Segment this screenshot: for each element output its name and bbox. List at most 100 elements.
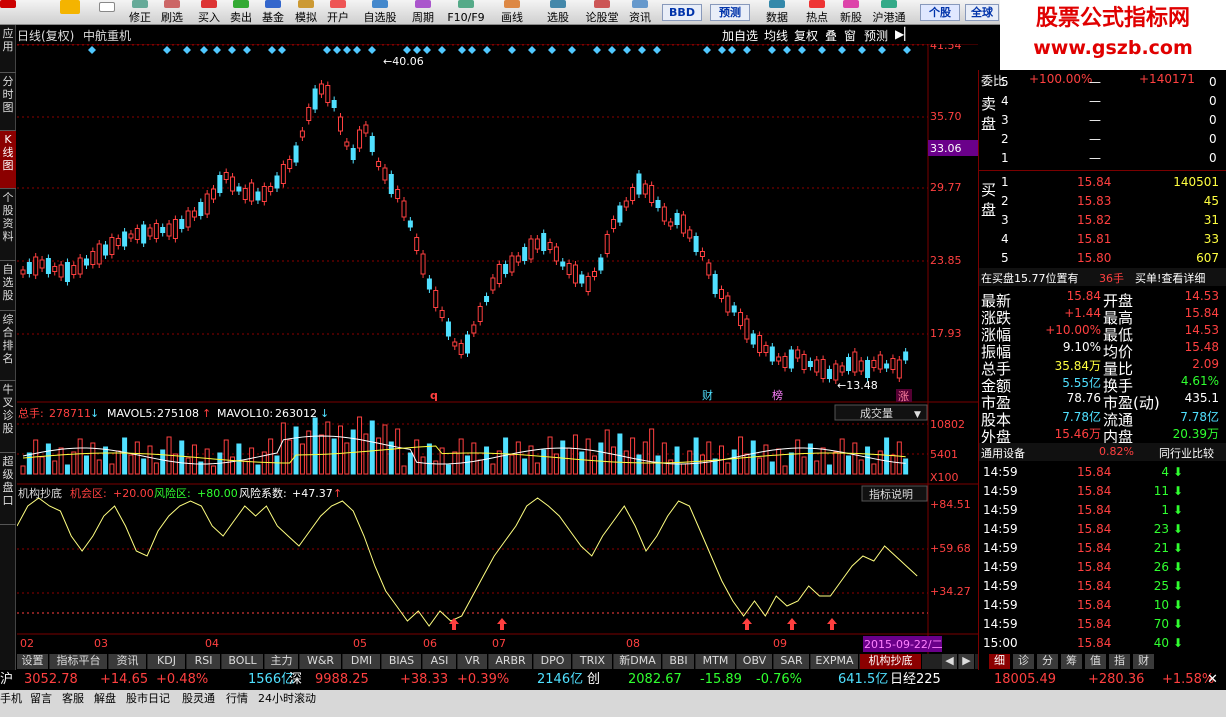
overlay-button[interactable]: 叠 (825, 27, 837, 44)
toolbar-hk-connect-button[interactable]: 沪港通 (868, 0, 910, 25)
sidebar-tab-watchlist[interactable]: 自选股 (0, 261, 16, 311)
tab-sar[interactable]: SAR (774, 654, 810, 669)
play-icon[interactable]: ▶▏ (895, 27, 913, 41)
toolbar-fund-button[interactable]: 基金 (258, 0, 288, 25)
toolbar-f10-button[interactable]: F10/F9 (443, 0, 489, 25)
tab-settings[interactable]: 设置 (17, 654, 49, 669)
forecast-button[interactable]: 预测 (864, 27, 888, 44)
toolbar-bbd-button[interactable]: BBD (662, 4, 702, 21)
sidebar-tab-apps[interactable]: 应用 (0, 25, 16, 73)
toolbar-hot-button[interactable]: 热点 (800, 0, 834, 25)
taskbar-analysis[interactable]: 解盘 (94, 690, 116, 708)
tab-finance[interactable]: 财 (1133, 654, 1155, 669)
volume-bar (649, 428, 655, 475)
tab-obv[interactable]: OBV (737, 654, 773, 669)
taskbar-news-scroll[interactable]: 24小时滚动 (258, 690, 316, 708)
toolbar-down-button[interactable] (92, 0, 122, 25)
tab-institution-bottom[interactable]: 机构抄底 (860, 654, 922, 669)
scroll-left-icon[interactable]: ◀ (942, 654, 958, 669)
tab-dmi[interactable]: DMI (343, 654, 381, 669)
taskbar-service[interactable]: 客服 (62, 690, 84, 708)
tab-wr[interactable]: W&R (300, 654, 342, 669)
volume-bar (611, 446, 617, 475)
toolbar-sell-button[interactable]: 卖出 (226, 0, 256, 25)
tab-value[interactable]: 值 (1085, 654, 1107, 669)
signal-diamond (653, 46, 661, 54)
tab-bias[interactable]: BIAS (382, 654, 422, 669)
tab-mtm[interactable]: MTM (696, 654, 736, 669)
add-watchlist-button[interactable]: 加自选 (722, 27, 758, 44)
toolbar-forecast-button[interactable]: 预测 (710, 4, 750, 21)
candle-body (788, 349, 794, 369)
dropdown-icon[interactable]: ▼ (914, 410, 921, 420)
event-marker-finance[interactable]: 财 (702, 388, 713, 402)
tab-asi[interactable]: ASI (423, 654, 457, 669)
toolbar-delete-button[interactable]: 刷选 (157, 0, 187, 25)
tab-individual-stock[interactable]: 个股 (920, 4, 960, 21)
tab-trix[interactable]: TRIX (573, 654, 613, 669)
candle-body (172, 219, 178, 239)
sidebar-tab-diagnosis[interactable]: 牛叉诊股 (0, 381, 16, 453)
toolbar-data-button[interactable]: 数据 (760, 0, 794, 25)
volume-unit: X100 (930, 471, 959, 484)
toolbar-news-button[interactable]: 资讯 (624, 0, 656, 25)
tab-news[interactable]: 资讯 (109, 654, 147, 669)
buy-note-row[interactable]: 在买盘15.77位置有 36手 买单!查看详细 (979, 268, 1226, 286)
sidebar-tab-timeshare[interactable]: 分时图 (0, 73, 16, 131)
tab-main-force[interactable]: 主力 (265, 654, 299, 669)
tick-row: 14:59 15.84 10 ⬇ (979, 596, 1226, 614)
sell-order-row: 4 — 0 (979, 92, 1226, 110)
toolbar-forum-button[interactable]: 论股堂 (582, 0, 622, 25)
taskbar-stock-tool[interactable]: 股灵通 (182, 690, 215, 708)
tab-vr[interactable]: VR (458, 654, 488, 669)
tab-minute[interactable]: 分 (1037, 654, 1059, 669)
sh-index: 3052.78 (24, 672, 78, 687)
adjust-button[interactable]: 复权 (794, 27, 818, 44)
tab-new-dma[interactable]: 新DMA (614, 654, 662, 669)
window-button[interactable]: 窗 (844, 27, 856, 44)
tab-detail[interactable]: 细 (989, 654, 1011, 669)
toolbar-draw-button[interactable]: 画线 (496, 0, 528, 25)
tab-global[interactable]: 全球 (965, 4, 999, 21)
toolbar-open-account-button[interactable]: 开户 (323, 0, 353, 25)
toolbar-buy-button[interactable]: 买入 (194, 0, 224, 25)
toolbar-watchlist-button[interactable]: 自选股 (360, 0, 400, 25)
toolbar-period-button[interactable]: 周期 (406, 0, 440, 25)
tab-arbr[interactable]: ARBR (489, 654, 533, 669)
toolbar-fix-button[interactable]: 修正 (125, 0, 155, 25)
taskbar-message[interactable]: 留言 (30, 690, 52, 708)
toolbar-simulate-button[interactable]: 模拟 (290, 0, 322, 25)
event-marker-limitup[interactable]: 涨 (898, 390, 909, 403)
volume-bar (331, 438, 337, 475)
tab-diagnose[interactable]: 诊 (1013, 654, 1035, 669)
industry-compare-button[interactable]: 同行业比较 (1159, 445, 1214, 461)
scroll-right-icon[interactable]: ▶ (959, 654, 975, 669)
sidebar-tab-ranking[interactable]: 综合排名 (0, 311, 16, 381)
sidebar-tab-level2[interactable]: 超级盘口 (0, 453, 16, 525)
buy-note-link[interactable]: 买单!查看详细 (1135, 270, 1205, 286)
sidebar-tab-kline[interactable]: K线图 (0, 131, 16, 189)
tab-chips[interactable]: 筹 (1061, 654, 1083, 669)
tab-boll[interactable]: BOLL (222, 654, 264, 669)
tab-index[interactable]: 指 (1109, 654, 1131, 669)
sidebar-tab-profile[interactable]: 个股资料 (0, 189, 16, 261)
down-arrow-icon: ⬇ (1173, 560, 1184, 574)
event-marker-ranking[interactable]: 榜 (772, 388, 783, 402)
ma-button[interactable]: 均线 (764, 27, 788, 44)
tab-dpo[interactable]: DPO (534, 654, 572, 669)
tab-expma[interactable]: EXPMA (811, 654, 859, 669)
event-marker-q[interactable]: q (430, 389, 438, 402)
taskbar-quotes[interactable]: 行情 (226, 690, 248, 708)
taskbar-diary[interactable]: 股市日记 (126, 690, 170, 708)
toolbar-ipo-button[interactable]: 新股 (834, 0, 868, 25)
taskbar-mobile[interactable]: 手机 (0, 690, 22, 708)
quote-row: 涨幅 +10.00% 最低 14.53 (979, 322, 1226, 344)
toolbar-back-button[interactable] (50, 0, 90, 25)
tab-kdj[interactable]: KDJ (148, 654, 186, 669)
toolbar-screen-button[interactable]: 选股 (542, 0, 574, 25)
tab-rsi[interactable]: RSI (187, 654, 221, 669)
tab-bbi[interactable]: BBI (663, 654, 695, 669)
tab-indicator-platform[interactable]: 指标平台 (50, 654, 108, 669)
level-price: — (1089, 151, 1101, 165)
close-icon[interactable]: ✕ (1207, 670, 1218, 690)
